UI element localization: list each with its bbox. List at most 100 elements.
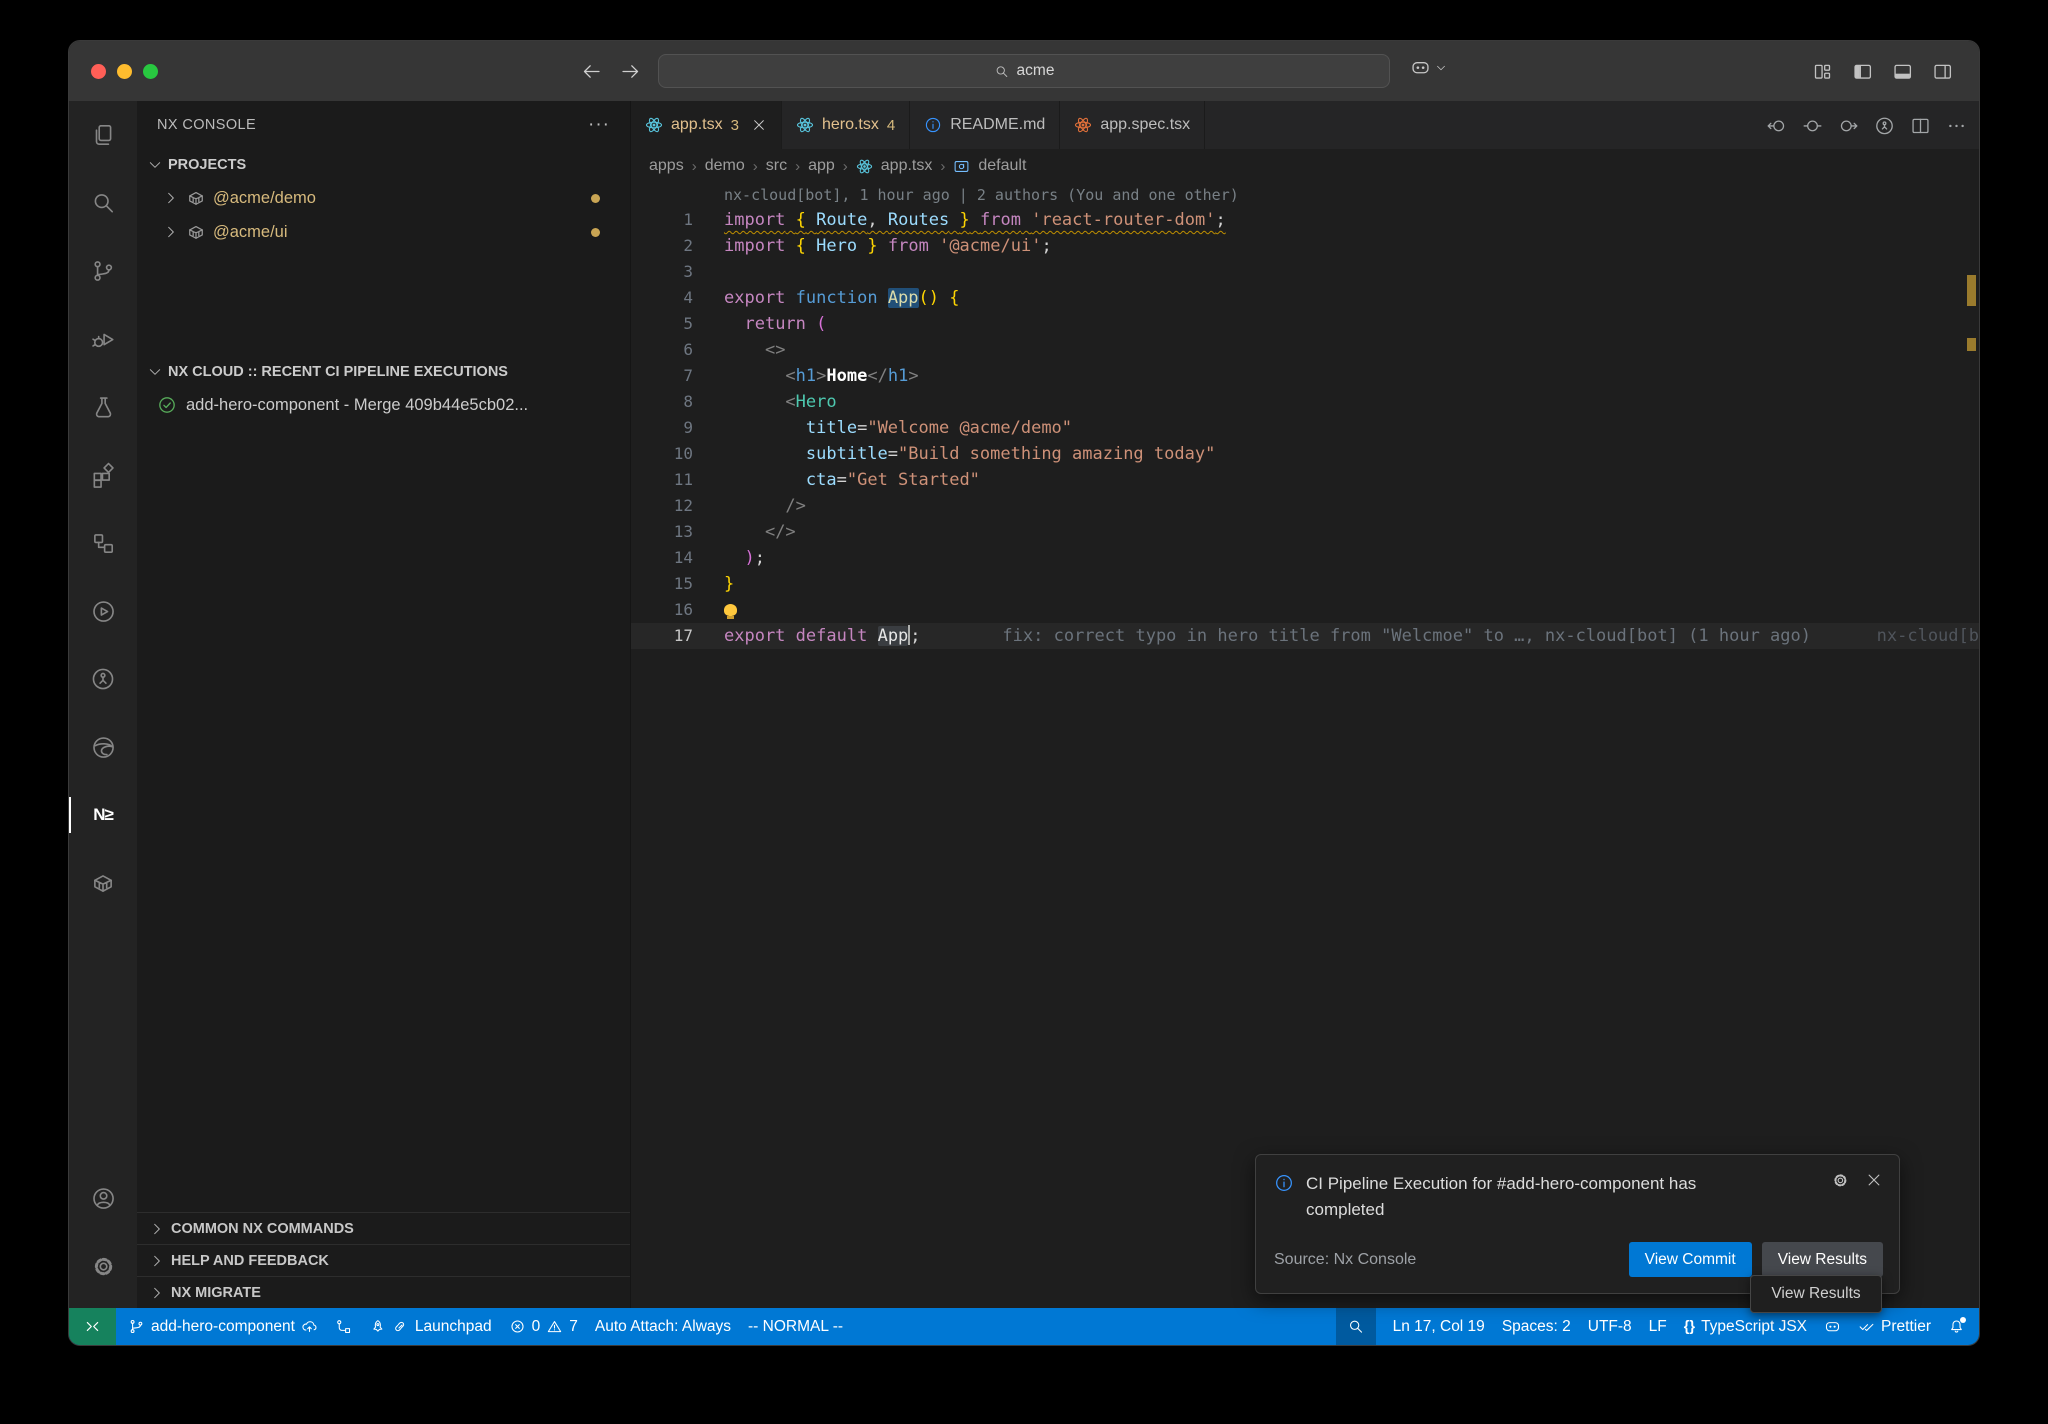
nav-location-icon[interactable] — [1802, 115, 1823, 136]
auto-attach-item[interactable]: Auto Attach: Always — [595, 1318, 731, 1336]
tab-app-spec-tsx[interactable]: app.spec.tsx — [1060, 101, 1205, 149]
split-editor-icon[interactable] — [1910, 115, 1931, 136]
view-results-button[interactable]: View Results — [1762, 1242, 1883, 1277]
edge-icon — [90, 734, 116, 760]
chevron-right-icon — [163, 224, 179, 240]
activity-item-explorer[interactable] — [69, 101, 137, 169]
cursor-position-item[interactable]: Ln 17, Col 19 — [1393, 1318, 1485, 1336]
breadcrumb-item[interactable]: demo — [705, 157, 745, 175]
code-text: import { Route, Routes } from 'react-rou… — [724, 207, 1226, 233]
copilot-status-item[interactable] — [1824, 1318, 1841, 1335]
breadcrumb-separator: › — [940, 158, 945, 175]
debug-icon — [90, 326, 116, 352]
code-line: 9 title="Welcome @acme/demo" — [631, 415, 1979, 441]
code-text: </> — [724, 519, 796, 545]
activity-item-nx-console[interactable]: N≥ — [69, 781, 137, 849]
activity-item-run-target[interactable] — [69, 577, 137, 645]
overflow-blame-text: nx-cloud[b — [1877, 623, 1979, 649]
code-line: 16 — [631, 597, 1979, 623]
activity-item-source-control[interactable] — [69, 237, 137, 305]
activity-item-project-graph[interactable] — [69, 645, 137, 713]
view-results-tooltip: View Results — [1750, 1275, 1882, 1313]
close-icon[interactable] — [751, 117, 767, 133]
breadcrumb[interactable]: apps›demo›src›app›app.tsx›default — [631, 149, 1979, 183]
activity-item-testing[interactable] — [69, 373, 137, 441]
encoding-item[interactable]: UTF-8 — [1588, 1318, 1632, 1336]
toggle-panel-icon[interactable] — [1892, 61, 1913, 82]
pipeline-execution-item[interactable]: add-hero-component - Merge 409b44e5cb02.… — [137, 388, 630, 422]
tab-label: README.md — [950, 116, 1045, 134]
problems-item[interactable]: 0 7 — [509, 1318, 578, 1336]
tab-README-md[interactable]: README.md — [910, 101, 1060, 149]
notifications-bell[interactable] — [1948, 1318, 1965, 1335]
code-editor[interactable]: nx-cloud[bot], 1 hour ago | 2 authors (Y… — [631, 183, 1979, 1308]
extensions-icon — [90, 462, 116, 488]
remote-indicator[interactable] — [69, 1308, 116, 1345]
collapsed-section-2[interactable]: NX MIGRATE — [137, 1276, 630, 1308]
maximize-window-button[interactable] — [143, 64, 158, 79]
breadcrumb-item[interactable]: src — [766, 157, 787, 175]
breadcrumb-item[interactable]: app — [808, 157, 835, 175]
symbol-icon — [953, 158, 970, 175]
activity-item-edge-tools[interactable] — [69, 713, 137, 781]
tab-app-tsx[interactable]: app.tsx3 — [631, 101, 782, 149]
copilot-menu[interactable] — [1410, 57, 1447, 78]
editor-group: app.tsx3hero.tsx4README.mdapp.spec.tsx a… — [631, 101, 1979, 1308]
git-branch-item[interactable]: add-hero-component — [128, 1318, 318, 1336]
customize-layout-icon[interactable] — [1812, 61, 1833, 82]
launchpad-label: Launchpad — [415, 1318, 492, 1336]
minimize-window-button[interactable] — [117, 64, 132, 79]
nav-forward-icon[interactable] — [1838, 115, 1859, 136]
command-center[interactable]: acme — [658, 54, 1390, 88]
formatter-item[interactable]: Prettier — [1858, 1318, 1931, 1336]
tab-hero-tsx[interactable]: hero.tsx4 — [782, 101, 910, 149]
code-text: <Hero — [724, 389, 837, 415]
project-item[interactable]: @acme/ui — [137, 215, 630, 249]
activity-item-extensions[interactable] — [69, 441, 137, 509]
collapsed-section-1[interactable]: HELP AND FEEDBACK — [137, 1244, 630, 1276]
line-number: 13 — [631, 519, 693, 545]
react-file-icon — [1074, 116, 1092, 134]
close-window-button[interactable] — [91, 64, 106, 79]
lightbulb-icon[interactable] — [724, 604, 737, 616]
link-icon — [392, 1318, 409, 1335]
branch-name: add-hero-component — [151, 1318, 295, 1336]
view-commit-button[interactable]: View Commit — [1629, 1242, 1752, 1277]
code-line: 10 subtitle="Build something amazing tod… — [631, 441, 1979, 467]
collapsed-section-0[interactable]: COMMON NX COMMANDS — [137, 1212, 630, 1244]
eol-item[interactable]: LF — [1649, 1318, 1667, 1336]
warning-count: 7 — [569, 1318, 578, 1336]
activity-item-accounts[interactable] — [69, 1164, 137, 1232]
sidebar-more-actions[interactable]: ··· — [588, 120, 610, 130]
activity-item-containers[interactable] — [69, 849, 137, 917]
nx-cloud-section-header[interactable]: NX CLOUD :: RECENT CI PIPELINE EXECUTION… — [137, 356, 630, 388]
line-number: 6 — [631, 337, 693, 363]
notification-close-icon[interactable] — [1865, 1171, 1883, 1189]
git-graph-button[interactable] — [335, 1318, 352, 1335]
nav-back-icon[interactable] — [1766, 115, 1787, 136]
breadcrumb-item[interactable]: apps — [649, 157, 684, 175]
indentation-item[interactable]: Spaces: 2 — [1502, 1318, 1571, 1336]
toggle-sidebar-icon[interactable] — [1852, 61, 1873, 82]
activity-item-settings[interactable] — [69, 1232, 137, 1300]
notification-settings-icon[interactable] — [1831, 1171, 1849, 1189]
projects-section-header[interactable]: PROJECTS — [137, 149, 630, 181]
toggle-secondary-sidebar-icon[interactable] — [1932, 61, 1953, 82]
history-back-icon[interactable] — [581, 61, 602, 82]
history-forward-icon[interactable] — [620, 61, 641, 82]
run-file-icon[interactable] — [1874, 115, 1895, 136]
code-line: 8 <Hero — [631, 389, 1979, 415]
more-actions-icon[interactable] — [1946, 115, 1967, 136]
activity-item-search[interactable] — [69, 169, 137, 237]
activity-item-run-debug[interactable] — [69, 305, 137, 373]
tab-problems-badge: 3 — [731, 117, 739, 134]
language-mode-item[interactable]: {} TypeScript JSX — [1684, 1318, 1807, 1336]
chevron-down-icon — [147, 364, 163, 380]
zoom-indicator[interactable] — [1336, 1308, 1376, 1345]
breadcrumb-item[interactable]: default — [978, 157, 1026, 175]
line-number: 8 — [631, 389, 693, 415]
project-item[interactable]: @acme/demo — [137, 181, 630, 215]
breadcrumb-item[interactable]: app.tsx — [881, 157, 933, 175]
activity-item-references[interactable] — [69, 509, 137, 577]
launchpad-item[interactable]: Launchpad — [369, 1318, 492, 1336]
